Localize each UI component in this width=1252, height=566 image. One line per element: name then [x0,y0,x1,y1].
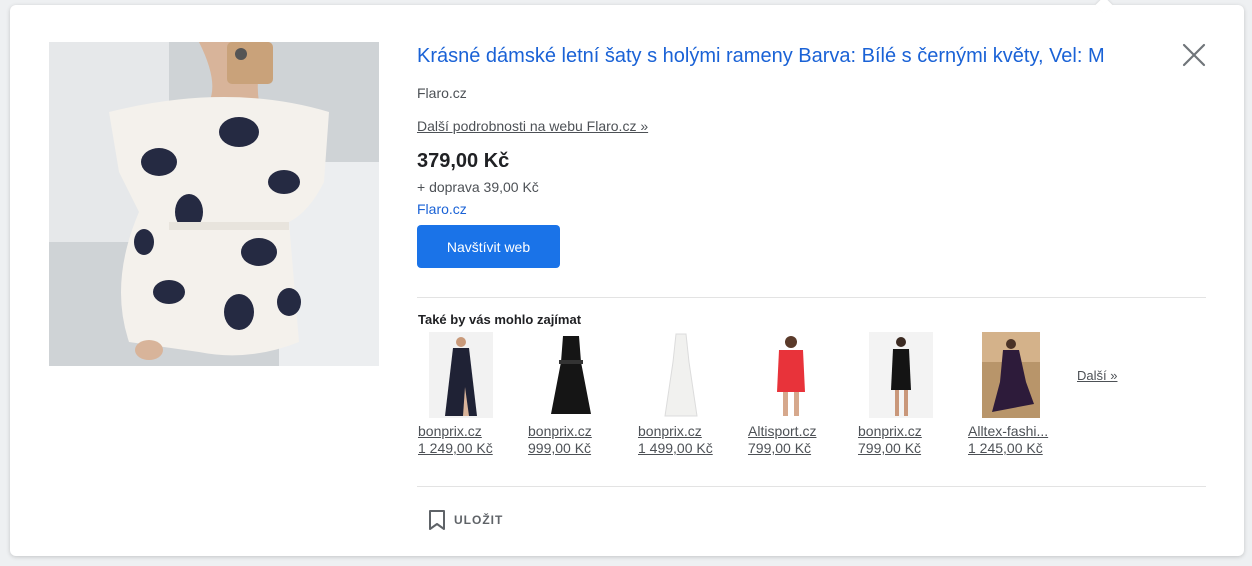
recommendation-store[interactable]: bonprix.cz [418,423,502,439]
close-icon [1182,43,1206,67]
recommendation-price[interactable]: 999,00 Kč [528,440,591,456]
save-label: ULOŽIT [454,513,504,527]
recommendation-store[interactable]: bonprix.cz [858,423,942,439]
recommendation-store[interactable]: bonprix.cz [638,423,722,439]
recommendation-image [539,332,603,418]
seller-name: Flaro.cz [417,85,467,101]
bookmark-icon [429,510,445,530]
product-image[interactable] [49,42,379,366]
dress-photo [49,42,379,366]
product-title[interactable]: Krásné dámské letní šaty s holými rameny… [417,43,1177,69]
recommendation-image [429,332,493,418]
divider [417,486,1206,487]
store-link[interactable]: Flaro.cz [417,201,467,217]
recommendation-store[interactable]: Altisport.cz [748,423,832,439]
divider [417,297,1206,298]
more-recommendations-link[interactable]: Další » [1077,368,1117,383]
save-button[interactable]: ULOŽIT [428,508,503,532]
product-price: 379,00 Kč [417,150,510,172]
recommendation-store[interactable]: Alltex-fashi... [968,423,1052,439]
recommendation-price[interactable]: 799,00 Kč [858,440,921,456]
recommendation-price[interactable]: 1 249,00 Kč [418,440,493,456]
visit-website-button[interactable]: Navštívit web [417,225,560,268]
details-link[interactable]: Další podrobnosti na webu Flaro.cz » [417,118,648,134]
recommendation-price[interactable]: 1 245,00 Kč [968,440,1043,456]
product-detail-panel: Krásné dámské letní šaty s holými rameny… [10,0,1244,556]
recommendation-image [759,332,823,418]
recommendation-image [869,332,933,418]
recommendation-image [649,332,713,418]
panel-pointer [1095,0,1113,14]
recommendation-price[interactable]: 1 499,00 Kč [638,440,713,456]
recommendations-heading: Také by vás mohlo zajímat [418,312,582,327]
recommendation-image [982,332,1040,418]
recommendation-price[interactable]: 799,00 Kč [748,440,811,456]
shipping-cost: + doprava 39,00 Kč [417,179,539,195]
close-button[interactable] [1180,41,1208,69]
recommendation-store[interactable]: bonprix.cz [528,423,612,439]
